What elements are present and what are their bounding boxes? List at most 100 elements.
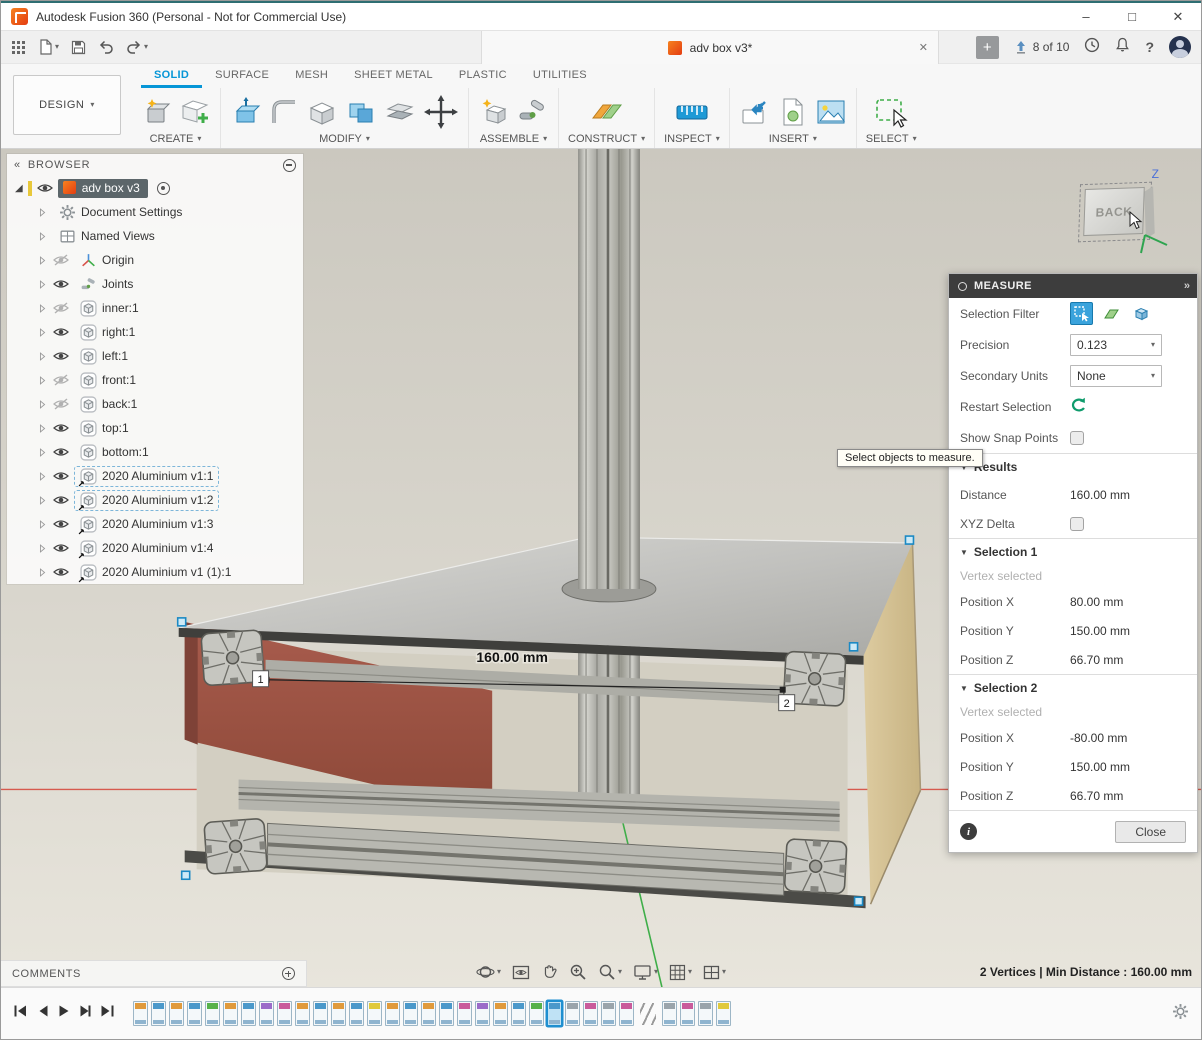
group-assemble-label[interactable]: ASSEMBLE	[480, 133, 539, 145]
notifications-bell-icon[interactable]	[1115, 37, 1130, 58]
extrusion-xsec-bottom-left[interactable]	[204, 818, 267, 874]
shell-button[interactable]	[306, 96, 338, 128]
visibility-toggle-icon[interactable]	[53, 278, 69, 290]
undo-button[interactable]	[98, 40, 114, 54]
new-component-button[interactable]	[478, 96, 510, 128]
browser-root-item[interactable]: ◢ adv box v3	[7, 176, 303, 200]
browser-item-front-1[interactable]: front:1	[7, 368, 303, 392]
new-tab-button[interactable]: +	[976, 36, 999, 59]
xyz-delta-checkbox[interactable]	[1070, 517, 1084, 531]
visibility-toggle-icon[interactable]	[53, 398, 69, 410]
group-select-label[interactable]: SELECT	[866, 133, 909, 145]
timeline-track[interactable]	[133, 1001, 1172, 1026]
timeline-feature-28[interactable]	[619, 1001, 634, 1026]
move-copy-button[interactable]	[423, 94, 459, 130]
create-solid-button[interactable]	[140, 96, 172, 128]
orbit-button[interactable]: ▾	[476, 963, 501, 981]
add-comment-icon[interactable]	[282, 967, 295, 980]
help-icon[interactable]: ?	[1145, 39, 1154, 55]
visibility-toggle-icon[interactable]	[53, 470, 69, 482]
browser-item-inner-1[interactable]: inner:1	[7, 296, 303, 320]
visibility-toggle-icon[interactable]	[53, 518, 69, 530]
extrusion-xsec-bottom-right[interactable]	[784, 839, 847, 894]
tab-solid[interactable]: SOLID	[141, 64, 202, 88]
minimize-browser-icon[interactable]	[283, 159, 296, 172]
visibility-toggle-icon[interactable]	[53, 422, 69, 434]
group-inspect-label[interactable]: INSPECT	[664, 133, 712, 145]
browser-item-origin[interactable]: Origin	[7, 248, 303, 272]
go-to-end-button[interactable]	[100, 1004, 115, 1023]
viewports-button[interactable]: ▾	[703, 965, 726, 980]
avatar[interactable]	[1169, 36, 1191, 58]
group-modify-label[interactable]: MODIFY	[319, 133, 362, 145]
design-menu-button[interactable]: DESIGN ▾	[13, 75, 121, 135]
inner-panel-edge[interactable]	[185, 622, 198, 745]
pan-button[interactable]	[541, 963, 558, 981]
expand-arrow-icon[interactable]	[37, 375, 48, 386]
group-create-label[interactable]: CREATE	[150, 133, 194, 145]
timeline-feature-16[interactable]	[403, 1001, 418, 1026]
visibility-toggle-icon[interactable]	[53, 494, 69, 506]
expand-arrow-icon[interactable]	[37, 543, 48, 554]
timeline-settings-gear-icon[interactable]	[1172, 1003, 1189, 1025]
tab-plastic[interactable]: PLASTIC	[446, 64, 520, 88]
timeline-feature-32[interactable]	[698, 1001, 713, 1026]
look-at-button[interactable]	[512, 964, 530, 981]
timeline-feature-3[interactable]	[169, 1001, 184, 1026]
timeline-feature-30[interactable]	[662, 1001, 677, 1026]
timeline-feature-12[interactable]	[331, 1001, 346, 1026]
visibility-toggle-icon[interactable]	[53, 254, 69, 266]
tab-mesh[interactable]: MESH	[282, 64, 341, 88]
create-sketch-button[interactable]	[179, 96, 211, 128]
browser-item-left-1[interactable]: left:1	[7, 344, 303, 368]
tab-sheet-metal[interactable]: SHEET METAL	[341, 64, 446, 88]
timeline-feature-8[interactable]	[259, 1001, 274, 1026]
expand-arrow-icon[interactable]	[37, 231, 48, 242]
expand-arrow-icon[interactable]	[37, 327, 48, 338]
expand-arrow-icon[interactable]	[37, 207, 48, 218]
close-button[interactable]: ✕	[1155, 3, 1201, 30]
visibility-toggle-icon[interactable]	[53, 566, 69, 578]
browser-item-bottom-1[interactable]: bottom:1	[7, 440, 303, 464]
timeline-feature-20[interactable]	[475, 1001, 490, 1026]
browser-item-document-settings[interactable]: Document Settings	[7, 200, 303, 224]
timeline-rollback-marker[interactable]	[640, 1003, 656, 1025]
maximize-button[interactable]: □	[1109, 3, 1155, 30]
history-icon[interactable]	[1084, 37, 1100, 58]
tab-surface[interactable]: SURFACE	[202, 64, 282, 88]
insert-canvas-button[interactable]	[815, 98, 847, 126]
browser-item-2020-aluminium-v1-1[interactable]: 2020 Aluminium v1:1	[7, 464, 303, 488]
expand-arrow-icon[interactable]	[37, 351, 48, 362]
secondary-units-select[interactable]: None ▾	[1070, 365, 1162, 387]
visibility-toggle-icon[interactable]	[53, 326, 69, 338]
timeline-feature-14[interactable]	[367, 1001, 382, 1026]
timeline-feature-26[interactable]	[583, 1001, 598, 1026]
select-button[interactable]	[874, 96, 908, 128]
close-dialog-button[interactable]: Close	[1115, 821, 1186, 843]
section-collapse-icon[interactable]: ▼	[960, 684, 968, 693]
insert-derive-button[interactable]	[778, 96, 808, 128]
visibility-toggle-icon[interactable]	[53, 302, 69, 314]
job-status[interactable]: 8 of 10	[1014, 40, 1070, 54]
timeline-feature-7[interactable]	[241, 1001, 256, 1026]
grid-settings-button[interactable]: ▾	[669, 964, 692, 981]
timeline-feature-24[interactable]	[547, 1001, 562, 1026]
visibility-toggle-icon[interactable]	[53, 542, 69, 554]
section-collapse-icon[interactable]: ▼	[960, 548, 968, 557]
browser-item-back-1[interactable]: back:1	[7, 392, 303, 416]
filter-select-face-button[interactable]	[1100, 302, 1123, 325]
timeline-feature-11[interactable]	[313, 1001, 328, 1026]
timeline-feature-2[interactable]	[151, 1001, 166, 1026]
filter-select-body-button[interactable]	[1130, 302, 1153, 325]
fit-button[interactable]: ▾	[598, 963, 622, 981]
browser-item-2020-aluminium-v1-4[interactable]: 2020 Aluminium v1:4	[7, 536, 303, 560]
timeline-feature-22[interactable]	[511, 1001, 526, 1026]
expand-arrow-icon[interactable]	[37, 471, 48, 482]
browser-item-joints[interactable]: Joints	[7, 272, 303, 296]
play-button[interactable]	[58, 1004, 70, 1023]
minimize-button[interactable]: –	[1063, 3, 1109, 30]
timeline-feature-13[interactable]	[349, 1001, 364, 1026]
browser-item-named-views[interactable]: Named Views	[7, 224, 303, 248]
selection1-section-header[interactable]: ▼ Selection 1	[949, 538, 1197, 565]
save-button[interactable]	[71, 40, 86, 55]
